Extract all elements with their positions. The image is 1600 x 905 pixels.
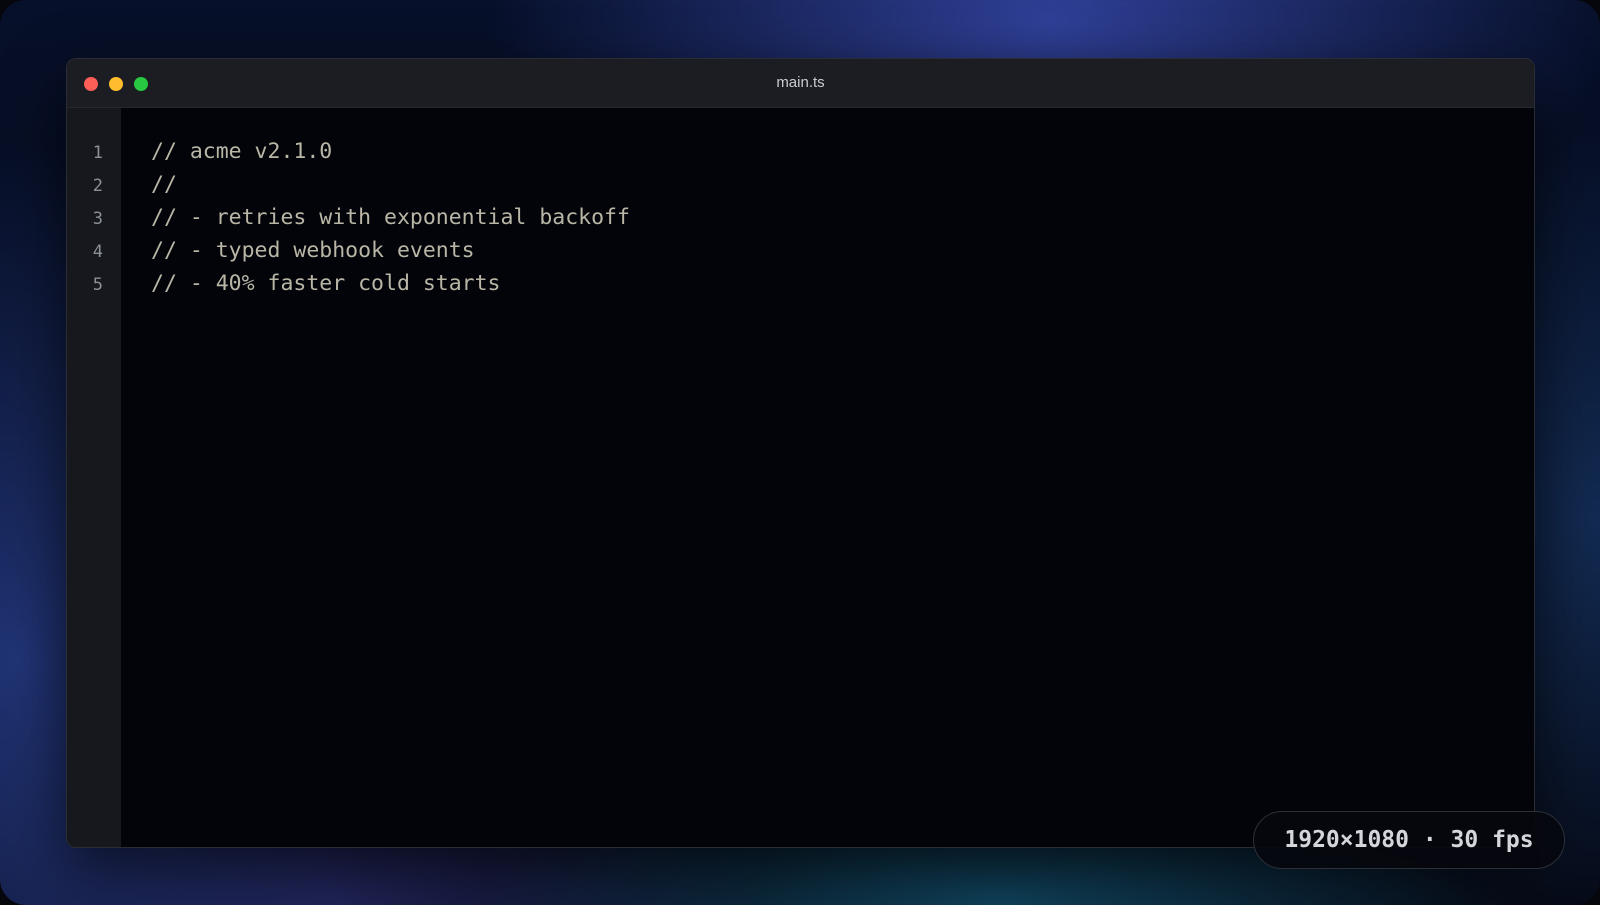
editor-window: main.ts 1 2 3 4 5 // acme v2.1.0 // // -… [66,58,1535,848]
code-editor[interactable]: // acme v2.1.0 // // - retries with expo… [121,108,1534,847]
desktop-background: main.ts 1 2 3 4 5 // acme v2.1.0 // // -… [0,0,1600,905]
code-line: // - 40% faster cold starts [151,271,501,296]
title-bar: main.ts [67,59,1534,108]
line-number: 5 [92,275,103,295]
line-number: 3 [92,209,103,229]
code-line: // - typed webhook events [151,238,475,263]
line-number: 1 [92,143,103,163]
line-number: 2 [92,176,103,196]
line-number: 4 [92,242,103,262]
code-line: // [151,172,177,197]
code-line: // - retries with exponential backoff [151,205,630,230]
window-title: main.ts [776,74,825,91]
code-line: // acme v2.1.0 [151,139,333,164]
line-number-gutter: 1 2 3 4 5 [67,108,121,847]
resolution-fps-badge: 1920×1080 · 30 fps [1253,811,1565,869]
